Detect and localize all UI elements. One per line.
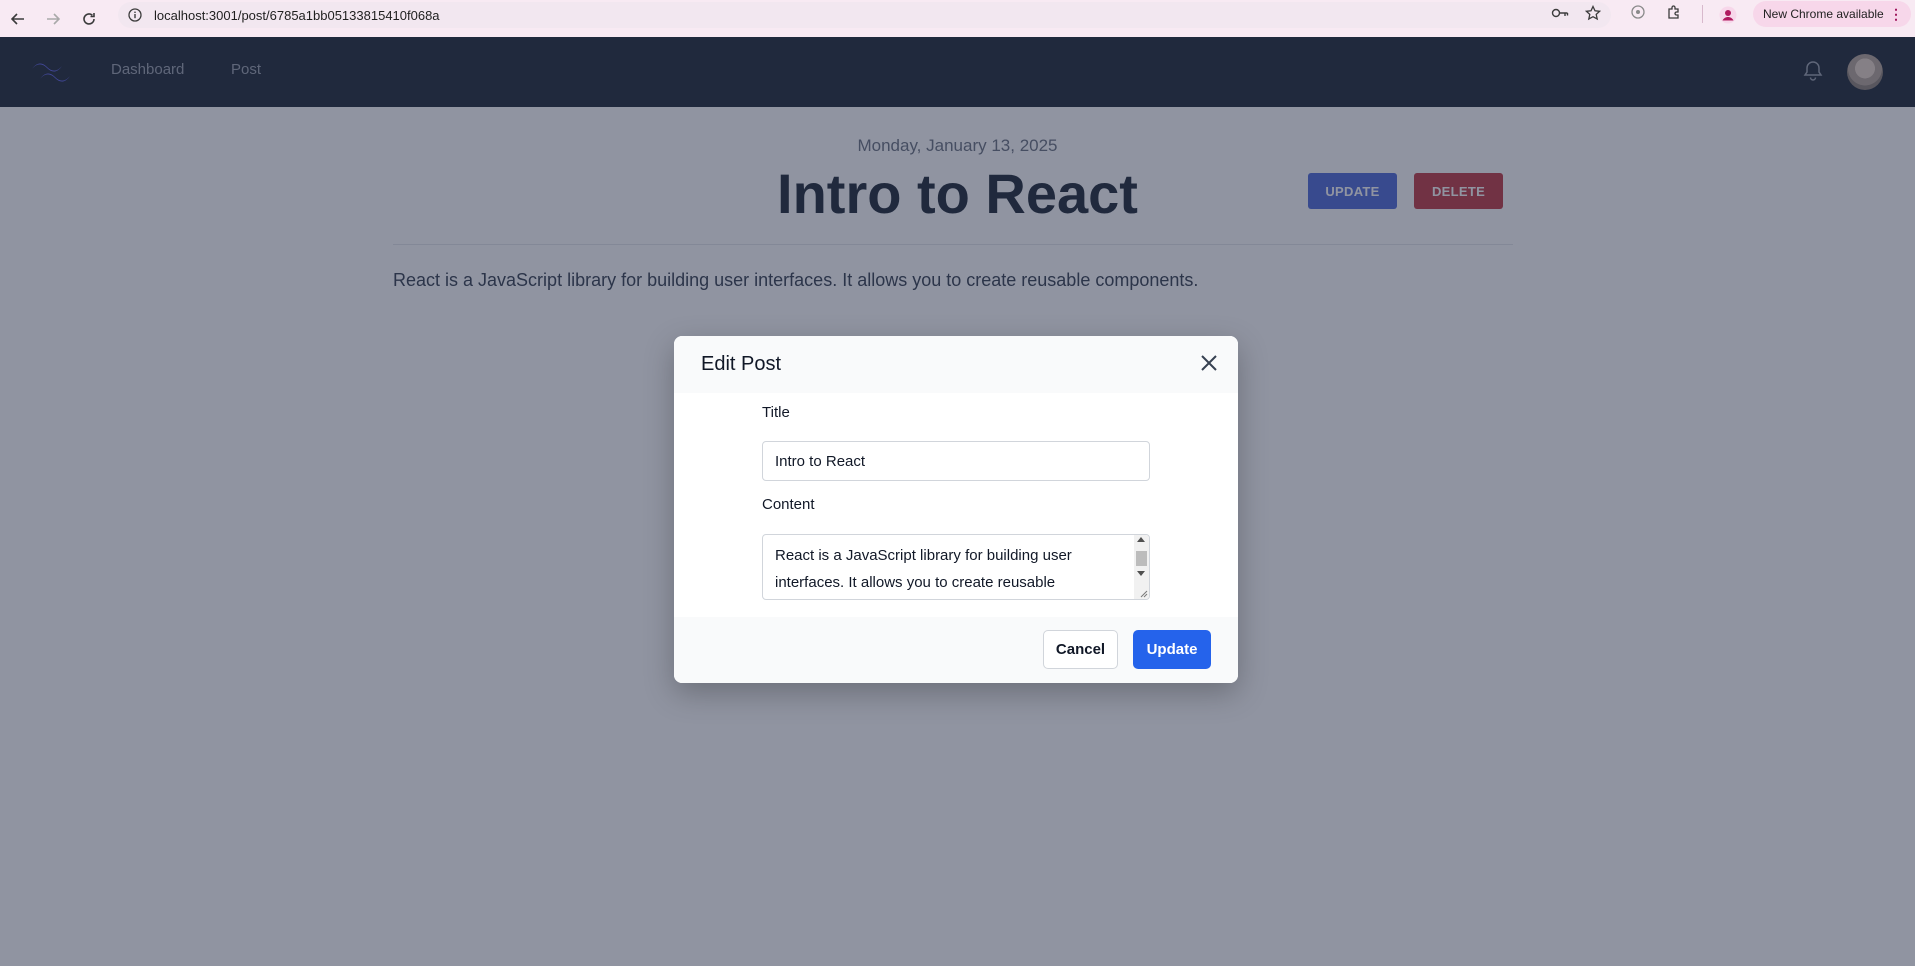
bookmark-star-icon[interactable]	[1584, 4, 1602, 26]
chrome-extension-area	[1630, 0, 1703, 28]
update-button[interactable]: Update	[1133, 630, 1211, 669]
extension-icon[interactable]	[1630, 4, 1646, 25]
title-input[interactable]	[762, 441, 1150, 481]
content-textarea[interactable]: React is a JavaScript library for buildi…	[762, 534, 1150, 600]
site-info-icon[interactable]	[126, 6, 144, 24]
scroll-thumb[interactable]	[1136, 551, 1147, 566]
resize-grip-icon[interactable]	[1138, 588, 1148, 598]
scroll-up-icon[interactable]	[1137, 537, 1145, 542]
modal-footer: Cancel Update	[674, 617, 1238, 683]
browser-toolbar: localhost:3001/post/6785a1bb05133815410f…	[0, 0, 1915, 37]
new-chrome-label: New Chrome available	[1763, 7, 1884, 21]
new-chrome-available-button[interactable]: New Chrome available ⋮	[1753, 1, 1911, 27]
forward-arrow-icon[interactable]	[35, 0, 71, 37]
toolbar-separator	[1702, 5, 1703, 23]
close-button[interactable]	[1198, 352, 1220, 374]
modal-title: Edit Post	[701, 353, 782, 375]
scroll-down-icon[interactable]	[1137, 571, 1145, 576]
password-key-icon[interactable]	[1551, 6, 1569, 24]
content-label: Content	[762, 496, 815, 513]
back-arrow-icon[interactable]	[0, 0, 36, 37]
puzzle-icon[interactable]	[1666, 4, 1682, 25]
close-icon	[1201, 355, 1217, 371]
cancel-button[interactable]: Cancel	[1043, 630, 1118, 669]
more-menu-icon[interactable]: ⋮	[1889, 6, 1903, 22]
address-bar[interactable]: localhost:3001/post/6785a1bb05133815410f…	[118, 2, 1611, 28]
content-text[interactable]: React is a JavaScript library for buildi…	[775, 542, 1125, 596]
url-text[interactable]: localhost:3001/post/6785a1bb05133815410f…	[154, 8, 440, 23]
profile-icon[interactable]	[1716, 3, 1740, 27]
reload-icon[interactable]	[71, 0, 107, 37]
title-label: Title	[762, 404, 790, 421]
modal-header: Edit Post	[674, 336, 1238, 393]
edit-post-modal: Edit Post Title Content React is a JavaS…	[674, 336, 1238, 683]
